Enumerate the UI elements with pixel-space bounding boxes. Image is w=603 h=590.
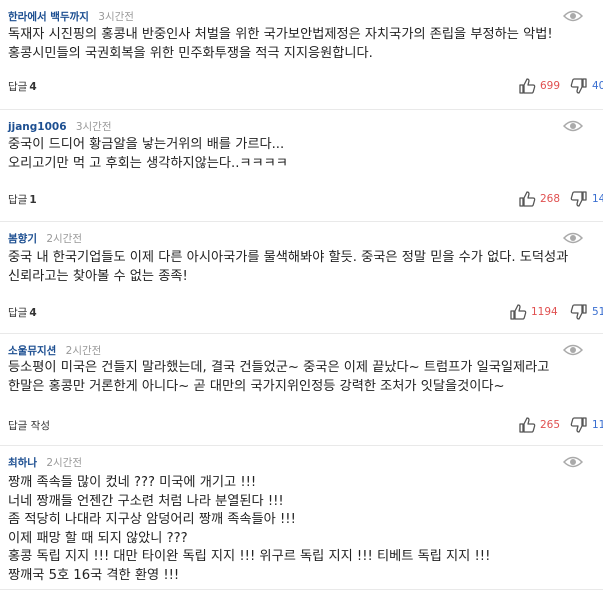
like-button[interactable]: 265 [518, 416, 560, 434]
comment-footer: 답글 1 268 14 [8, 190, 603, 210]
dislike-count: 40 [592, 80, 603, 92]
reply-count: 4 [29, 307, 37, 319]
like-button[interactable]: 1194 [509, 303, 558, 321]
reply-button[interactable]: 답글 4 [8, 79, 37, 94]
comment-body: 중국 내 한국기업들도 이제 다른 아시아국가를 물색해봐야 할듯. 중국은 정… [8, 249, 597, 286]
comment-text-line: 좀 적당히 나대라 지구상 암덩어리 짱깨 족속들아 !!! [8, 512, 296, 527]
comment-time: 2시간전 [65, 345, 102, 357]
comment-header: 소울뮤지션 2시간전 [8, 344, 101, 358]
like-count: 265 [540, 419, 561, 431]
dislike-button[interactable]: 51 [570, 303, 603, 321]
comment-text-line: 짱깨국 5호 16국 격한 환영 !!! [8, 567, 180, 583]
thumbs-down-icon [570, 416, 588, 434]
reply-count: 4 [29, 81, 37, 93]
comment-time: 2시간전 [46, 457, 82, 469]
reply-button[interactable]: 답글 4 [8, 305, 37, 320]
comment-body: 짱깨 족속들 많이 컸네 ??? 미국에 개기고 !!! 너네 짱깨들 언젠간 구… [8, 474, 597, 585]
comment-footer: 답글 작성 265 11 [8, 416, 603, 436]
thumbs-up-icon [518, 77, 536, 95]
thumbs-down-icon [570, 77, 588, 95]
dislike-button[interactable]: 14 [570, 190, 603, 208]
comment-author[interactable]: 한라에서 백두까지 [8, 11, 89, 23]
comment-time: 3시간전 [75, 121, 112, 133]
thumbs-up-icon [518, 416, 536, 434]
like-button[interactable]: 268 [518, 190, 560, 208]
comment-text-line: 한말은 홍콩만 거론한게 아니다~ 곧 대만의 국가지위인정등 강력한 조처가 … [8, 378, 505, 394]
like-count: 268 [540, 193, 561, 205]
comment-header: 최하나 2시간전 [8, 456, 82, 470]
comment-footer: 답글 4 1194 51 [8, 303, 603, 323]
dislike-count: 14 [592, 193, 603, 205]
dislike-button[interactable]: 40 [570, 77, 603, 95]
comment-item: jjang1006 3시간전 중국이 드디어 황금알을 낳는거위의 배를 가르다… [0, 110, 603, 222]
comment-item: 소울뮤지션 2시간전 등소평이 미국은 건들지 말라했는데, 결국 건들었군~ … [0, 334, 603, 446]
comment-item: 한라에서 백두까지 3시간전 독재자 시진핑의 홍콩내 반중인사 처벌을 위한 … [0, 0, 603, 110]
thumbs-up-icon [509, 303, 527, 321]
comment-text-line: 홍콩시민들의 국권회복을 위한 민주화투쟁을 적극 지지응원합니다. [8, 45, 373, 61]
reply-label: 답글 [8, 307, 28, 319]
reply-label: 답글 작성 [8, 420, 50, 432]
reply-label: 답글 [8, 81, 28, 93]
dislike-count: 11 [592, 419, 603, 431]
comment-text-line: 너네 짱깨들 언젠간 구소련 처럼 나라 분열된다 !!! [8, 493, 284, 509]
eye-icon[interactable] [562, 118, 584, 137]
comment-text-line: 오리고기만 먹 고 후회는 생각하지않는다..ㅋㅋㅋㅋ [8, 155, 288, 171]
comment-author[interactable]: jjang1006 [8, 121, 67, 133]
comment-author[interactable]: 봄향기 [8, 233, 37, 245]
comment-item: 최하나 2시간전 짱깨 족속들 많이 컸네 ??? 미국에 개기고 !!! 너네 … [0, 446, 603, 590]
comment-body: 독재자 시진핑의 홍콩내 반중인사 처벌을 위한 국가보안법제정은 자치국가의 … [8, 26, 597, 63]
comment-text-line: 홍콩 독립 지지 !!! 대만 타이완 독립 지지 !!! 위구르 독립 지지 … [8, 549, 491, 564]
thumbs-down-icon [570, 303, 588, 321]
dislike-count: 51 [592, 306, 603, 318]
comment-text-line: 중국 내 한국기업들도 이제 다른 아시아국가를 물색해봐야 할듯. 중국은 정… [8, 250, 569, 265]
reply-button[interactable]: 답글 작성 [8, 418, 52, 433]
comment-header: 봄향기 2시간전 [8, 232, 82, 246]
comment-header: jjang1006 3시간전 [8, 120, 112, 134]
comment-body: 등소평이 미국은 건들지 말라했는데, 결국 건들었군~ 중국은 이제 끝났다~… [8, 359, 597, 396]
comment-time: 2시간전 [46, 233, 82, 245]
comment-header: 한라에서 백두까지 3시간전 [8, 10, 134, 24]
eye-icon[interactable] [562, 454, 584, 473]
comment-author[interactable]: 최하나 [8, 457, 37, 469]
dislike-button[interactable]: 11 [570, 416, 603, 434]
comment-text-line: 이제 패망 할 때 되지 않았니 ??? [8, 530, 188, 546]
thumbs-down-icon [570, 190, 588, 208]
comment-time: 3시간전 [98, 11, 134, 23]
like-count: 1194 [531, 306, 558, 318]
comment-text-line: 짱깨 족속들 많이 컸네 ??? 미국에 개기고 !!! [8, 475, 257, 490]
comment-text-line: 독재자 시진핑의 홍콩내 반중인사 처벌을 위한 국가보안법제정은 자치국가의 … [8, 27, 553, 42]
reply-label: 답글 [8, 194, 28, 206]
like-count: 699 [540, 80, 561, 92]
thumbs-up-icon [518, 190, 536, 208]
comment-body: 중국이 드디어 황금알을 낳는거위의 배를 가르다... 오리고기만 먹 고 후회… [8, 136, 597, 173]
comment-footer: 답글 4 699 40 [8, 77, 603, 97]
comment-author[interactable]: 소울뮤지션 [8, 345, 56, 357]
comment-text-line: 등소평이 미국은 건들지 말라했는데, 결국 건들었군~ 중국은 이제 끝났다~… [8, 360, 550, 375]
like-button[interactable]: 699 [518, 77, 560, 95]
reply-button[interactable]: 답글 1 [8, 192, 37, 207]
eye-icon[interactable] [562, 230, 584, 249]
comment-item: 봄향기 2시간전 중국 내 한국기업들도 이제 다른 아시아국가를 물색해봐야 … [0, 222, 603, 334]
eye-icon[interactable] [562, 8, 584, 27]
reply-count: 1 [29, 194, 37, 206]
comment-text-line: 신뢰라고는 찾아볼 수 없는 종족! [8, 268, 188, 284]
comment-text-line: 중국이 드디어 황금알을 낳는거위의 배를 가르다... [8, 137, 285, 152]
